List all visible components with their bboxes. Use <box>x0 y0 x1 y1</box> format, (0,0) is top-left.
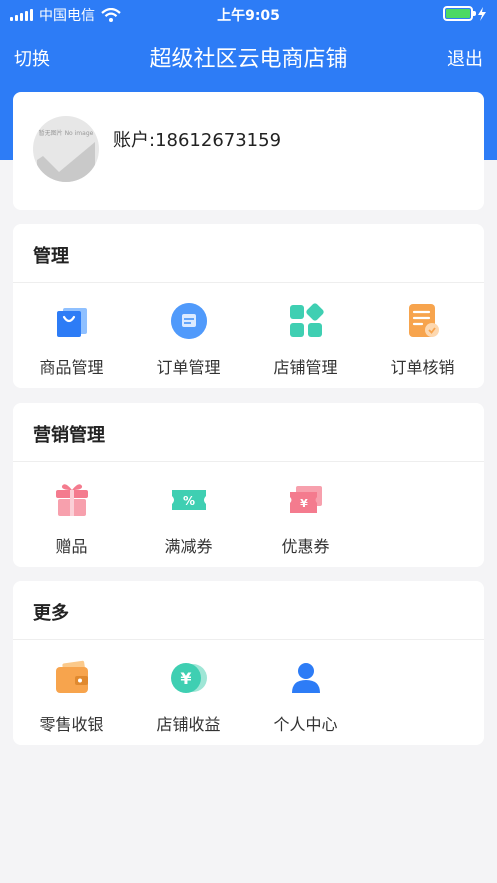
store-earnings-button[interactable]: ¥ 店铺收益 <box>130 659 247 735</box>
coupon-button[interactable]: ¥ 优惠券 <box>247 481 364 557</box>
svg-text:¥: ¥ <box>180 669 191 688</box>
nav-bar: 切换 超级社区云电商店铺 退出 <box>0 30 497 82</box>
battery-icon <box>443 6 476 21</box>
item-label: 店铺管理 <box>273 358 338 377</box>
section-title: 更多 <box>33 603 69 624</box>
divider <box>13 639 484 640</box>
section-title: 营销管理 <box>33 425 105 446</box>
product-management-button[interactable]: 商品管理 <box>13 302 130 378</box>
charging-icon <box>478 6 486 21</box>
checkmark-icon <box>37 142 95 182</box>
account-label: 账户:18612673159 <box>113 130 282 151</box>
order-verification-button[interactable]: 订单核销 <box>364 302 481 378</box>
logout-button[interactable]: 退出 <box>447 45 483 71</box>
retail-cashier-button[interactable]: 零售收银 <box>13 659 130 735</box>
user-icon <box>291 663 320 693</box>
order-icon <box>170 303 207 339</box>
store-grid-icon <box>289 303 324 337</box>
divider <box>13 461 484 462</box>
discount-coupon-icon: % <box>171 490 206 510</box>
discount-coupon-button[interactable]: % 满减券 <box>130 481 247 557</box>
item-label: 个人中心 <box>273 715 338 734</box>
more-section: 更多 零售收银 ¥ 店铺收益 个人中心 <box>13 581 484 745</box>
status-right <box>443 6 487 21</box>
personal-center-button[interactable]: 个人中心 <box>247 659 364 735</box>
coupon-icon: ¥ <box>289 486 322 513</box>
coins-icon: ¥ <box>170 663 207 693</box>
item-label: 满减券 <box>164 537 213 556</box>
divider <box>13 282 484 283</box>
item-label: 订单核销 <box>390 358 455 377</box>
svg-text:%: % <box>182 494 194 508</box>
verify-document-icon <box>408 304 439 337</box>
order-management-button[interactable]: 订单管理 <box>130 302 247 378</box>
avatar[interactable]: 暂无图片 No image <box>33 116 99 182</box>
shopping-bag-icon <box>56 308 87 337</box>
gift-icon <box>55 484 88 516</box>
item-label: 店铺收益 <box>156 715 221 734</box>
item-label: 零售收银 <box>39 715 104 734</box>
item-label: 商品管理 <box>39 358 104 377</box>
item-label: 订单管理 <box>156 358 221 377</box>
section-title: 管理 <box>33 246 69 267</box>
item-label: 赠品 <box>55 537 88 556</box>
gift-button[interactable]: 赠品 <box>13 481 130 557</box>
manage-section: 管理 商品管理 订单管理 店铺管理 订单核销 <box>13 224 484 388</box>
wallet-icon <box>55 660 88 693</box>
status-time: 上午9:05 <box>217 8 280 24</box>
store-management-button[interactable]: 店铺管理 <box>247 302 364 378</box>
page-title: 超级社区云电商店铺 <box>149 47 348 72</box>
item-label: 优惠券 <box>281 537 330 556</box>
marketing-section: 营销管理 赠品 % 满减券 ¥ 优惠券 <box>13 403 484 567</box>
svg-text:¥: ¥ <box>300 497 308 510</box>
status-bar: 中国电信 上午9:05 <box>0 0 497 28</box>
account-card: 暂无图片 No image 账户:18612673159 <box>13 92 484 210</box>
